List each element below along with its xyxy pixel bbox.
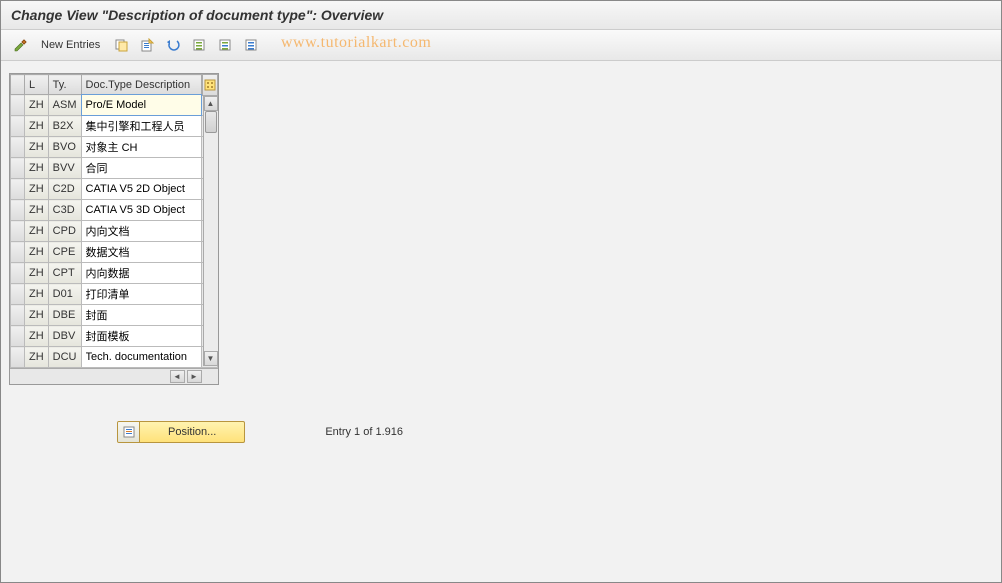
delete-icon[interactable]: [136, 34, 158, 56]
scroll-right-icon[interactable]: ►: [187, 370, 202, 383]
cell-lang: ZH: [25, 242, 49, 263]
row-selector[interactable]: [11, 242, 25, 263]
table-row[interactable]: ZHASM: [11, 95, 218, 116]
cell-desc-input[interactable]: [82, 221, 201, 241]
cell-lang: ZH: [25, 221, 49, 242]
cell-type: DCU: [48, 347, 81, 368]
row-selector[interactable]: [11, 137, 25, 158]
cell-lang: ZH: [25, 263, 49, 284]
data-table-container: L Ty. Doc.Type Description ZHASMZHB2XZHB…: [9, 73, 219, 385]
copy-icon[interactable]: [110, 34, 132, 56]
table-row[interactable]: ZHCPT: [11, 263, 218, 284]
col-lang-header[interactable]: L: [25, 75, 49, 95]
table-row[interactable]: ZHC3D: [11, 200, 218, 221]
table-row[interactable]: ZHBVO: [11, 137, 218, 158]
watermark-text: www.tutorialkart.com: [281, 34, 431, 52]
select-all-icon[interactable]: [188, 34, 210, 56]
table-row[interactable]: ZHDCU: [11, 347, 218, 368]
cell-type: C3D: [48, 200, 81, 221]
scroll-left-icon[interactable]: ◄: [170, 370, 185, 383]
row-selector[interactable]: [11, 221, 25, 242]
table-row[interactable]: ZHC2D: [11, 179, 218, 200]
cell-type: CPT: [48, 263, 81, 284]
cell-type: B2X: [48, 116, 81, 137]
cell-lang: ZH: [25, 305, 49, 326]
position-icon: [118, 422, 140, 442]
cell-lang: ZH: [25, 116, 49, 137]
cell-desc-input[interactable]: [82, 263, 201, 283]
row-selector[interactable]: [11, 179, 25, 200]
table-row[interactable]: ZHCPE: [11, 242, 218, 263]
cell-type: BVV: [48, 158, 81, 179]
table-row[interactable]: ZHD01: [11, 284, 218, 305]
cell-desc-input[interactable]: [82, 95, 201, 115]
horizontal-scrollbar[interactable]: ◄ ►: [10, 368, 218, 384]
col-desc-header[interactable]: Doc.Type Description: [81, 75, 201, 95]
vertical-scrollbar[interactable]: ▲ ▼: [203, 96, 218, 366]
table-row[interactable]: ZHDBV: [11, 326, 218, 347]
deselect-all-icon[interactable]: [240, 34, 262, 56]
undo-icon[interactable]: [162, 34, 184, 56]
row-selector[interactable]: [11, 326, 25, 347]
row-selector[interactable]: [11, 158, 25, 179]
table-row[interactable]: ZHB2X: [11, 116, 218, 137]
cell-desc-input[interactable]: [82, 116, 201, 136]
row-selector[interactable]: [11, 116, 25, 137]
position-button[interactable]: Position...: [117, 421, 245, 443]
cell-desc-input[interactable]: [82, 158, 201, 178]
row-selector[interactable]: [11, 284, 25, 305]
cell-desc-input[interactable]: [82, 137, 201, 157]
new-entries-button[interactable]: New Entries: [35, 37, 106, 53]
scroll-track[interactable]: [204, 111, 218, 351]
data-table: L Ty. Doc.Type Description ZHASMZHB2XZHB…: [10, 74, 218, 368]
entry-count-text: Entry 1 of 1.916: [325, 426, 403, 438]
window-title: Change View "Description of document typ…: [1, 1, 1001, 30]
row-selector[interactable]: [11, 305, 25, 326]
select-block-icon[interactable]: [214, 34, 236, 56]
table-config-icon[interactable]: [202, 74, 218, 96]
cell-desc-input[interactable]: [82, 242, 201, 262]
cell-type: DBE: [48, 305, 81, 326]
content-area: L Ty. Doc.Type Description ZHASMZHB2XZHB…: [1, 61, 1001, 582]
position-label: Position...: [140, 426, 244, 438]
table-row[interactable]: ZHCPD: [11, 221, 218, 242]
cell-type: D01: [48, 284, 81, 305]
row-selector[interactable]: [11, 347, 25, 368]
cell-type: DBV: [48, 326, 81, 347]
footer-row: Position... Entry 1 of 1.916: [117, 421, 993, 443]
col-select-header[interactable]: [11, 75, 25, 95]
cell-type: BVO: [48, 137, 81, 158]
cell-desc-input[interactable]: [82, 179, 201, 199]
scroll-up-icon[interactable]: ▲: [204, 96, 218, 111]
cell-desc-input[interactable]: [82, 284, 201, 304]
toolbar: New Entries www.tutorialkart.com: [1, 30, 1001, 61]
cell-type: CPD: [48, 221, 81, 242]
scroll-thumb[interactable]: [205, 111, 217, 133]
cell-type: CPE: [48, 242, 81, 263]
cell-lang: ZH: [25, 137, 49, 158]
cell-lang: ZH: [25, 179, 49, 200]
table-row[interactable]: ZHDBE: [11, 305, 218, 326]
cell-desc-input[interactable]: [82, 347, 201, 367]
cell-lang: ZH: [25, 284, 49, 305]
col-type-header[interactable]: Ty.: [48, 75, 81, 95]
cell-lang: ZH: [25, 95, 49, 116]
cell-lang: ZH: [25, 158, 49, 179]
cell-desc-input[interactable]: [82, 326, 201, 346]
toggle-display-icon[interactable]: [9, 34, 31, 56]
row-selector[interactable]: [11, 95, 25, 116]
row-selector[interactable]: [11, 200, 25, 221]
cell-lang: ZH: [25, 347, 49, 368]
cell-desc-input[interactable]: [82, 305, 201, 325]
cell-type: C2D: [48, 179, 81, 200]
scroll-down-icon[interactable]: ▼: [204, 351, 218, 366]
cell-type: ASM: [48, 95, 81, 116]
cell-desc-input[interactable]: [82, 200, 201, 220]
cell-lang: ZH: [25, 200, 49, 221]
table-row[interactable]: ZHBVV: [11, 158, 218, 179]
row-selector[interactable]: [11, 263, 25, 284]
cell-lang: ZH: [25, 326, 49, 347]
